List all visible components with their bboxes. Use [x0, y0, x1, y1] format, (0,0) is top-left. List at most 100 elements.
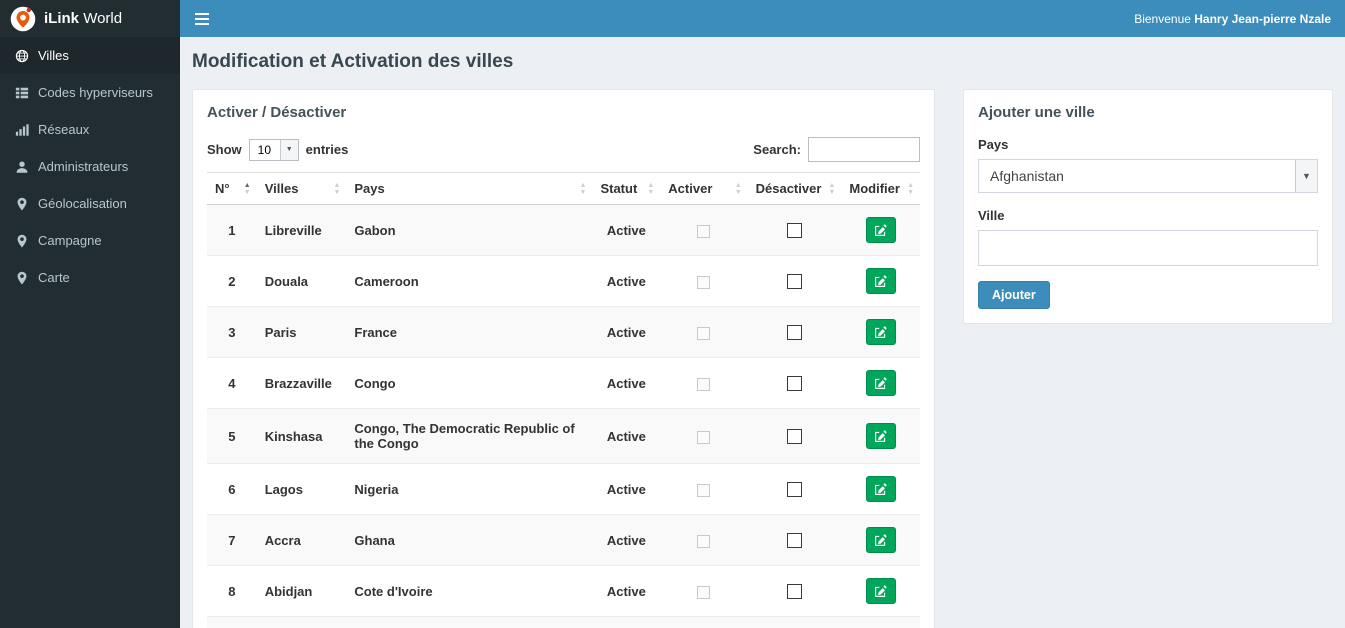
sidebar-item-administrateurs[interactable]: Administrateurs [0, 148, 180, 185]
sidebar-item-label: Campagne [38, 233, 102, 248]
column-header-num[interactable]: N° ▲ ▼ [207, 172, 257, 205]
cell-activer [660, 306, 748, 358]
cell-activer [660, 255, 748, 307]
desactiver-checkbox[interactable] [787, 584, 803, 600]
row-number: 1 [207, 204, 257, 256]
ajouter-button[interactable]: Ajouter [978, 281, 1050, 309]
cell-modifier [841, 514, 920, 566]
cell-activer [660, 408, 748, 464]
cell-modifier [841, 616, 920, 628]
cell-ville: Paris [256, 306, 347, 358]
sidebar-item-villes[interactable]: Villes [0, 37, 180, 74]
main-content: Modification et Activation des villes Ac… [180, 37, 1345, 628]
search-input[interactable] [808, 137, 920, 162]
cell-statut: Active [592, 463, 661, 515]
column-header-desactiver[interactable]: Désactiver ▲ ▼ [747, 172, 842, 205]
cell-modifier [841, 357, 920, 409]
row-number: 8 [207, 565, 257, 617]
row-number: 5 [207, 408, 257, 464]
sort-icon: ▲ ▼ [579, 181, 587, 196]
column-header-pays[interactable]: Pays ▲ ▼ [346, 172, 593, 205]
edit-button[interactable] [865, 370, 896, 396]
brand[interactable]: iLink World [0, 0, 180, 37]
edit-button[interactable] [865, 578, 896, 604]
pays-select[interactable]: Afghanistan [979, 160, 1317, 192]
edit-button[interactable] [865, 268, 896, 294]
bar-chart-icon [15, 123, 29, 136]
app-logo-icon [10, 6, 36, 32]
cell-pays: France [346, 306, 593, 358]
user-name: Hanry Jean-pierre Nzale [1194, 11, 1331, 26]
row-number: 7 [207, 514, 257, 566]
cell-desactiver [747, 463, 842, 515]
table-header-row: N° ▲ ▼ Villes ▲ ▼ Pays ▲ ▼ Statut ▲ ▼ Activer ▲ ▼ … [207, 172, 920, 205]
edit-button[interactable] [865, 217, 896, 243]
sort-icon: ▲ ▼ [907, 181, 914, 196]
sidebar-item-label: Carte [38, 270, 70, 285]
add-panel-title: Ajouter une ville [978, 104, 1095, 121]
table-row: 7 Accra Ghana Active [207, 514, 920, 566]
cell-ville: Brazzaville [256, 357, 347, 409]
sort-icon: ▲ ▼ [734, 181, 742, 196]
activer-checkbox [697, 224, 711, 238]
ville-label: Ville [978, 208, 1005, 223]
table-row: 2 Douala Cameroon Active [207, 255, 920, 307]
sidebar-item-label: Villes [38, 48, 69, 63]
edit-icon [875, 223, 887, 236]
desactiver-checkbox[interactable] [787, 429, 803, 445]
cell-modifier [841, 565, 920, 617]
cell-statut: Active [592, 204, 661, 256]
activer-checkbox [697, 585, 711, 599]
desactiver-checkbox[interactable] [787, 223, 803, 239]
hamburger-icon [195, 12, 209, 25]
edit-button[interactable] [865, 319, 896, 345]
sidebar-item-carte[interactable]: Carte [0, 259, 180, 296]
desactiver-checkbox[interactable] [787, 482, 803, 498]
ville-input[interactable] [978, 230, 1318, 266]
edit-button[interactable] [865, 476, 896, 502]
cell-statut: Active [592, 357, 661, 409]
desactiver-checkbox[interactable] [787, 325, 803, 341]
edit-button[interactable] [865, 423, 896, 449]
cities-table: N° ▲ ▼ Villes ▲ ▼ Pays ▲ ▼ Statut ▲ ▼ Activer ▲ ▼ … [207, 172, 920, 628]
cell-activer [660, 357, 748, 409]
user-icon [16, 160, 28, 173]
column-header-modifier[interactable]: Modifier ▲ ▼ [841, 172, 920, 205]
sidebar-item-geolocalisation[interactable]: Géolocalisation [0, 185, 180, 222]
cell-statut: Active [592, 306, 661, 358]
row-number: 2 [207, 255, 257, 307]
sidebar: Villes Codes hyperviseurs Réseaux Admini… [0, 37, 180, 628]
sidebar-item-label: Codes hyperviseurs [38, 85, 153, 100]
globe-icon [15, 49, 29, 62]
column-header-statut[interactable]: Statut ▲ ▼ [592, 172, 661, 205]
cell-ville: Kinshasa [256, 408, 347, 464]
cell-activer [660, 616, 748, 628]
desactiver-checkbox[interactable] [787, 533, 803, 549]
sidebar-item-campagne[interactable]: Campagne [0, 222, 180, 259]
table-row: 1 Libreville Gabon Active [207, 204, 920, 256]
cell-activer [660, 514, 748, 566]
cell-modifier [841, 408, 920, 464]
table-row: 6 Lagos Nigeria Active [207, 463, 920, 515]
edit-button[interactable] [865, 527, 896, 553]
table-row: 9 Dakar Senegal Active [207, 616, 920, 628]
sidebar-toggle-button[interactable] [180, 0, 224, 37]
table-panel-title: Activer / Désactiver [207, 104, 347, 121]
show-label: Show [207, 142, 242, 157]
sidebar-item-codes-hyperviseurs[interactable]: Codes hyperviseurs [0, 74, 180, 111]
column-header-activer[interactable]: Activer ▲ ▼ [660, 172, 748, 205]
activer-checkbox [697, 326, 711, 340]
cell-desactiver [747, 514, 842, 566]
sidebar-item-reseaux[interactable]: Réseaux [0, 111, 180, 148]
desactiver-checkbox[interactable] [787, 274, 803, 290]
desactiver-checkbox[interactable] [787, 376, 803, 392]
row-number: 6 [207, 463, 257, 515]
column-header-villes[interactable]: Villes ▲ ▼ [256, 172, 347, 205]
sort-icon: ▲ ▼ [647, 181, 655, 196]
cell-ville: Libreville [256, 204, 347, 256]
cell-ville: Lagos [256, 463, 347, 515]
cell-desactiver [747, 204, 842, 256]
page-length-control: Show 10 ▼ entries [207, 138, 348, 161]
row-number: 3 [207, 306, 257, 358]
page-length-select[interactable]: 10 [249, 139, 298, 160]
